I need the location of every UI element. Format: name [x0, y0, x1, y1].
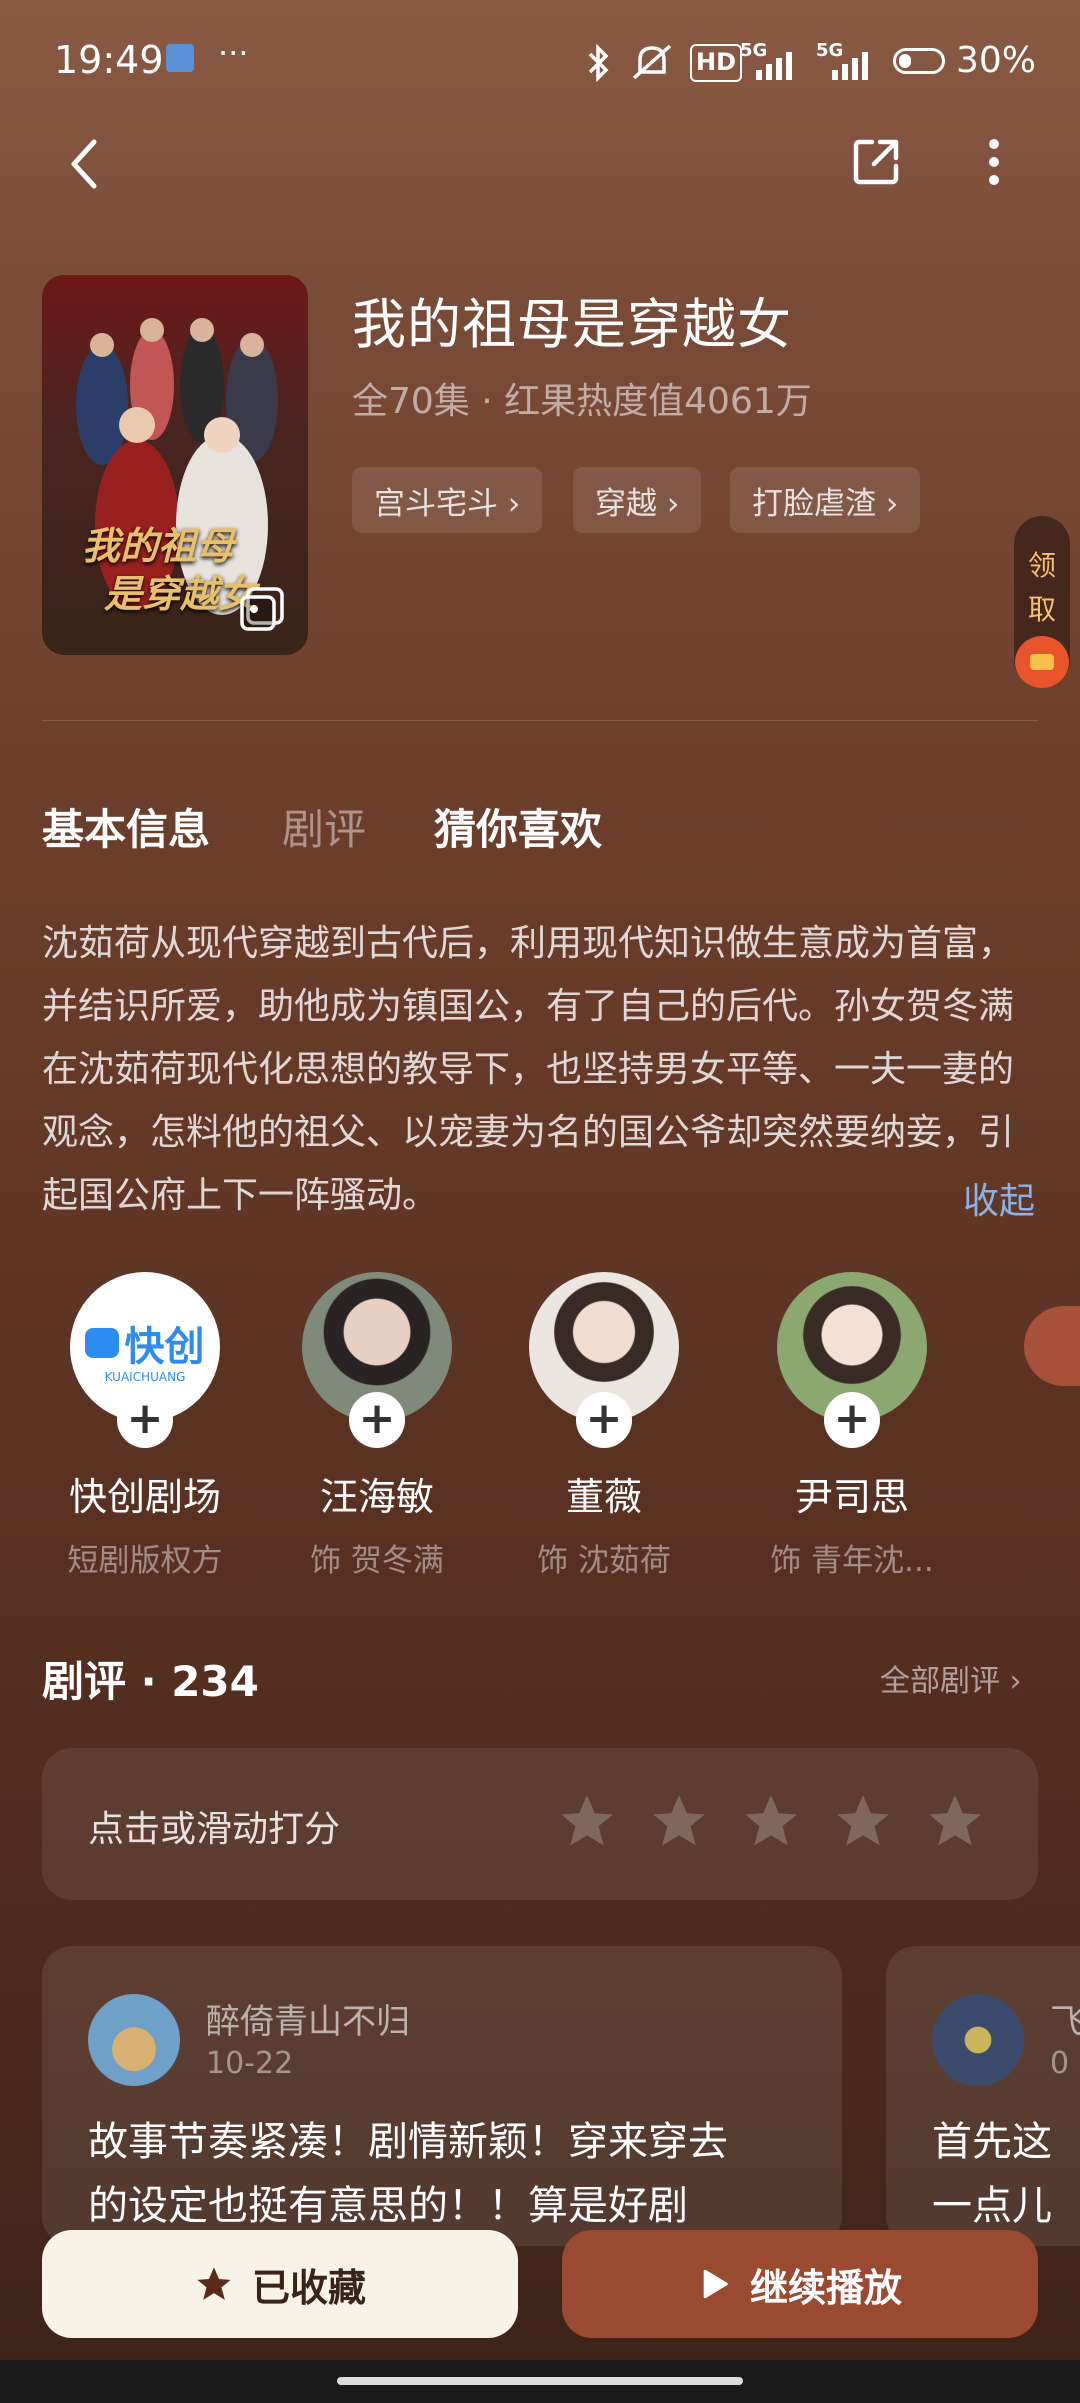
reviews-title: 剧评 · 234 [42, 1657, 259, 1706]
status-time: 19:49 [54, 38, 164, 82]
continue-play-button[interactable]: 继续播放 [562, 2230, 1038, 2338]
cast-role: 短剧版权方 [67, 1543, 223, 1579]
tab-reviews[interactable]: 剧评 [282, 796, 366, 857]
cast-name: 快创剧场 [68, 1475, 221, 1519]
play-icon [703, 2269, 728, 2299]
collect-button[interactable]: 已收藏 [42, 2230, 518, 2338]
all-reviews-link[interactable]: 全部剧评 › [880, 1656, 1022, 1700]
share-icon [853, 139, 899, 185]
review-date: 0 [1050, 2046, 1070, 2081]
play-label: 继续播放 [749, 2265, 902, 2310]
star-icon[interactable] [556, 1790, 618, 1852]
description: 沈茹荷从现代穿越到古代后，利用现代知识做生意成为首富，并结识所爱，助他成为镇国公… [42, 923, 1015, 1216]
signal-icon-1 [756, 52, 792, 80]
tag-palace[interactable]: 宫斗宅斗 › [352, 467, 543, 533]
review-text-line1: 故事节奏紧凑！剧情新颖！穿来穿去 [88, 2119, 728, 2165]
cast-role: 饰 青年沈... [770, 1543, 934, 1579]
rating-hint: 点击或滑动打分 [88, 1809, 341, 1850]
follow-button[interactable]: + [824, 1392, 880, 1448]
back-button[interactable] [54, 128, 114, 200]
review-card[interactable]: 飞 0 首先这 一点儿都 [886, 1946, 1080, 2246]
star-icon[interactable] [648, 1790, 710, 1852]
bluetooth-icon [588, 44, 609, 82]
signal-icon-2 [832, 52, 868, 80]
cast-name: 尹司思 [794, 1475, 909, 1519]
rating-box[interactable]: 点击或滑动打分 [42, 1748, 1038, 1900]
review-text-line2: 的设定也挺有意思的！！算是好剧 [88, 2183, 688, 2229]
review-user: 醉倚青山不归 [206, 2002, 410, 2042]
cast-item-partial [1024, 1306, 1080, 1386]
mute-icon [632, 44, 672, 80]
cast-role: 饰 沈茹荷 [537, 1543, 671, 1579]
tag-time-travel[interactable]: 穿越 › [573, 467, 702, 533]
logo-subtext: KUAICHUANG [104, 1370, 186, 1384]
review-text-line1: 首先这 [932, 2119, 1052, 2165]
review-date: 10-22 [206, 2046, 294, 2081]
divider [42, 720, 1038, 721]
cast-role: 饰 贺冬满 [310, 1543, 444, 1579]
cast-name: 汪海敏 [319, 1475, 434, 1519]
tab-basic-info[interactable]: 基本信息 [42, 796, 210, 857]
more-dots-icon: ··· [218, 34, 249, 72]
battery-icon [893, 48, 945, 74]
logo-text: 快创 [124, 1324, 205, 1370]
avatar: + [302, 1272, 452, 1448]
star-icon[interactable] [924, 1790, 986, 1852]
reward-widget[interactable]: 领 取 [1014, 516, 1070, 688]
star-icon[interactable] [832, 1790, 894, 1852]
kuaichuang-logo-icon [85, 1328, 120, 1358]
status-bar: 19:49 ··· HD 5G 5G 30% [0, 0, 1080, 120]
cast-item-actor[interactable]: + 汪海敏 饰 贺冬满 [277, 1272, 477, 1580]
more-vertical-icon [989, 139, 999, 185]
share-button[interactable] [846, 132, 906, 192]
cast-name: 董薇 [565, 1475, 642, 1519]
more-button[interactable] [970, 132, 1018, 192]
star-icon[interactable] [740, 1790, 802, 1852]
cast-item-actor[interactable]: + 尹司思 饰 青年沈... [752, 1272, 952, 1580]
follow-button[interactable]: + [576, 1392, 632, 1448]
collapse-link[interactable]: 收起 [963, 1172, 1035, 1224]
cast-item-producer[interactable]: 快创 KUAICHUANG + 快创剧场 短剧版权方 [45, 1272, 245, 1580]
avatar: + [777, 1272, 927, 1448]
review-user: 飞 [1050, 2002, 1080, 2042]
poster-title-line1: 我的祖母 [82, 524, 235, 568]
star-filled-icon [197, 2267, 231, 2300]
home-indicator[interactable] [337, 2377, 743, 2385]
hd-badge: HD [690, 44, 743, 82]
follow-button[interactable]: + [117, 1392, 173, 1448]
drama-title: 我的祖母是穿越女 [352, 293, 792, 356]
battery-percent: 30% [956, 40, 1037, 81]
avatar [88, 1994, 180, 2086]
follow-button[interactable]: + [349, 1392, 405, 1448]
poster-title-line2: 是穿越女 [104, 572, 257, 616]
drama-meta: 全70集 · 红果热度值4061万 [352, 381, 812, 422]
avatar: + [529, 1272, 679, 1448]
review-card[interactable]: 醉倚青山不归 10-22 故事节奏紧凑！剧情新颖！穿来穿去 的设定也挺有意思的！… [42, 1946, 842, 2246]
reward-label-2: 取 [1027, 593, 1056, 626]
avatar [932, 1994, 1024, 2086]
red-envelope-icon [1015, 636, 1069, 688]
collect-label: 已收藏 [251, 2265, 366, 2310]
drama-poster[interactable]: 我的祖母 是穿越女 [42, 275, 308, 655]
gallery-icon [240, 587, 284, 631]
tab-recommend[interactable]: 猜你喜欢 [434, 796, 602, 857]
chevron-left-icon [71, 139, 97, 189]
reward-label-1: 领 [1027, 549, 1056, 582]
tag-revenge[interactable]: 打脸虐渣 › [730, 467, 921, 533]
cast-item-actor[interactable]: + 董薇 饰 沈茹荷 [504, 1272, 704, 1580]
wrench-icon [166, 44, 194, 72]
avatar: 快创 KUAICHUANG + [70, 1272, 220, 1448]
